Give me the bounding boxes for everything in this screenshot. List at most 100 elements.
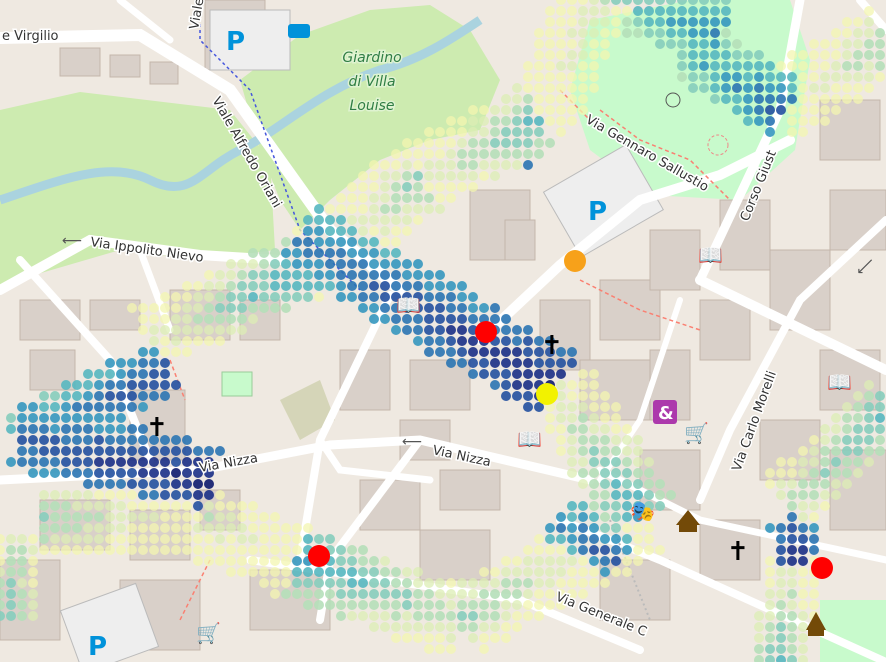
heatmap-cell <box>83 534 93 544</box>
heatmap-cell <box>644 479 654 489</box>
heatmap-cell <box>787 622 797 632</box>
heatmap-cell <box>160 523 170 533</box>
heatmap-cell <box>765 600 775 610</box>
heatmap-cell <box>622 424 632 434</box>
heatmap-cell <box>138 391 148 401</box>
heatmap-cell <box>105 501 115 511</box>
heatmap-cell <box>875 402 885 412</box>
heatmap-cell <box>457 358 467 368</box>
heatmap-cell <box>468 171 478 181</box>
heatmap-cell <box>259 523 269 533</box>
heatmap-cell <box>622 567 632 577</box>
heatmap-cell <box>567 446 577 456</box>
heatmap-cell <box>787 567 797 577</box>
heatmap-cell <box>831 61 841 71</box>
heatmap-cell <box>204 281 214 291</box>
heatmap-cell <box>578 523 588 533</box>
heatmap-cell <box>105 391 115 401</box>
heatmap-cell <box>424 314 434 324</box>
heatmap-cell <box>666 28 676 38</box>
heatmap-cell <box>116 446 126 456</box>
heatmap-cell <box>589 28 599 38</box>
heatmap-cell <box>413 193 423 203</box>
map-view[interactable]: e Virgilio Viale Viale Alfredo Oriani Vi… <box>0 0 886 662</box>
heatmap-cell <box>490 633 500 643</box>
marker-red-1[interactable] <box>475 321 497 343</box>
heatmap-cell <box>809 83 819 93</box>
heatmap-cell <box>149 347 159 357</box>
heatmap-cell <box>611 567 621 577</box>
heatmap-cell <box>314 270 324 280</box>
heatmap-cell <box>798 105 808 115</box>
heatmap-cell <box>567 545 577 555</box>
heatmap-cell <box>809 61 819 71</box>
heatmap-cell <box>754 83 764 93</box>
library-icon: 📖 <box>698 243 723 267</box>
heatmap-cell <box>259 292 269 302</box>
heatmap-cell <box>809 479 819 489</box>
heatmap-cell <box>138 457 148 467</box>
heatmap-cell <box>28 589 38 599</box>
marker-red-2[interactable] <box>308 545 330 567</box>
marker-yellow[interactable] <box>536 383 558 405</box>
heatmap-cell <box>28 446 38 456</box>
heatmap-cell <box>17 413 27 423</box>
heatmap-cell <box>347 193 357 203</box>
heatmap-cell <box>622 479 632 489</box>
heatmap-cell <box>853 468 863 478</box>
heatmap-cell <box>391 270 401 280</box>
heatmap-cell <box>369 193 379 203</box>
heatmap-cell <box>116 369 126 379</box>
heatmap-cell <box>633 479 643 489</box>
heatmap-cell <box>226 303 236 313</box>
heatmap-cell <box>127 523 137 533</box>
heatmap-cell <box>655 28 665 38</box>
heatmap-cell <box>512 105 522 115</box>
heatmap-cell <box>787 611 797 621</box>
heatmap-cell <box>633 534 643 544</box>
heatmap-cell <box>204 292 214 302</box>
heatmap-cell <box>380 248 390 258</box>
heatmap-cell <box>61 435 71 445</box>
heatmap-cell <box>468 369 478 379</box>
heatmap-cell <box>138 369 148 379</box>
heatmap-cell <box>490 105 500 115</box>
heatmap-cell <box>303 259 313 269</box>
heatmap-cell <box>721 83 731 93</box>
heatmap-cell <box>776 72 786 82</box>
heatmap-cell <box>17 611 27 621</box>
heatmap-cell <box>292 567 302 577</box>
heatmap-cell <box>842 457 852 467</box>
heatmap-cell <box>413 259 423 269</box>
heatmap-cell <box>314 567 324 577</box>
heatmap-cell <box>765 589 775 599</box>
marker-orange[interactable] <box>564 250 586 272</box>
heatmap-cell <box>83 391 93 401</box>
heatmap-cell <box>347 545 357 555</box>
heatmap-cell <box>501 336 511 346</box>
heatmap-cell <box>600 391 610 401</box>
heatmap-cell <box>611 479 621 489</box>
heatmap-cell <box>138 402 148 412</box>
heatmap-cell <box>259 303 269 313</box>
heatmap-cell <box>413 578 423 588</box>
heatmap-cell <box>28 457 38 467</box>
heatmap-cell <box>391 589 401 599</box>
heatmap-cell <box>325 204 335 214</box>
heatmap-cell <box>776 61 786 71</box>
heatmap-cell <box>831 94 841 104</box>
heatmap-cell <box>875 61 885 71</box>
heatmap-cell <box>842 479 852 489</box>
heatmap-cell <box>842 424 852 434</box>
heatmap-cell <box>864 413 874 423</box>
heatmap-cell <box>292 578 302 588</box>
heatmap-cell <box>160 446 170 456</box>
heatmap-cell <box>358 545 368 555</box>
heatmap-cell <box>622 556 632 566</box>
heatmap-cell <box>72 435 82 445</box>
heatmap-cell <box>39 501 49 511</box>
heatmap-cell <box>787 545 797 555</box>
marker-red-3[interactable] <box>811 557 833 579</box>
map-canvas[interactable]: e Virgilio Viale Viale Alfredo Oriani Vi… <box>0 0 886 662</box>
heatmap-cell <box>501 127 511 137</box>
